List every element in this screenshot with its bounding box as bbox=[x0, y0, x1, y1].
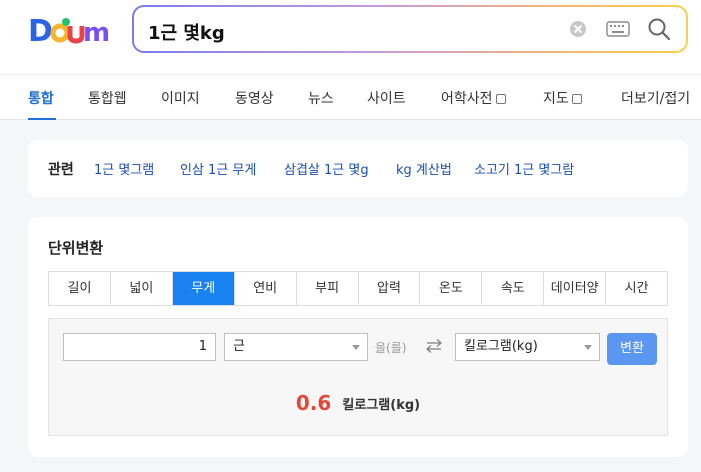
tab-map-label: 지도 bbox=[543, 91, 569, 107]
tab-images[interactable]: 이미지 bbox=[161, 88, 200, 108]
keyboard-icon[interactable] bbox=[606, 21, 630, 37]
unit-tab-area[interactable]: 넓이 bbox=[111, 272, 173, 305]
unit-tab-length[interactable]: 길이 bbox=[49, 272, 111, 305]
unit-tab-weight[interactable]: 무게 bbox=[172, 272, 235, 305]
tab-all[interactable]: 통합 bbox=[28, 88, 54, 108]
tab-map[interactable]: 지도 bbox=[543, 88, 582, 108]
from-unit-value: 근 bbox=[233, 339, 245, 354]
conversion-result: 0.6 킬로그램(kg) bbox=[49, 391, 667, 415]
unit-converter: 단위변환 길이 넓이 무게 연비 부피 압력 온도 속도 데이터양 시간 1 근… bbox=[28, 217, 688, 457]
related-link[interactable]: kg 계산법 bbox=[396, 159, 452, 178]
unit-category-tabs: 길이 넓이 무게 연비 부피 압력 온도 속도 데이터양 시간 bbox=[48, 271, 668, 306]
particle-label: 을(를) bbox=[375, 341, 407, 355]
chevron-down-icon bbox=[352, 345, 360, 350]
to-unit-select[interactable]: 킬로그램(kg) bbox=[455, 333, 600, 361]
converter-title: 단위변환 bbox=[48, 239, 104, 257]
to-unit-value: 킬로그램(kg) bbox=[464, 339, 538, 354]
unit-tab-data[interactable]: 데이터양 bbox=[544, 272, 607, 305]
related-label: 관련 bbox=[48, 162, 74, 178]
unit-tab-temperature[interactable]: 온도 bbox=[420, 272, 483, 305]
result-unit: 킬로그램(kg) bbox=[342, 398, 421, 413]
svg-text:m: m bbox=[83, 18, 110, 46]
unit-tab-volume[interactable]: 부피 bbox=[297, 272, 359, 305]
related-searches: 관련 1근 몇그램 인삼 1근 무게 삼겹살 1근 몇g kg 계산법 소고기 … bbox=[28, 140, 688, 197]
tab-more[interactable]: 더보기/접기 bbox=[621, 88, 690, 108]
unit-tab-pressure[interactable]: 압력 bbox=[359, 272, 421, 305]
search-icon[interactable] bbox=[646, 16, 672, 42]
external-window-icon bbox=[495, 94, 506, 104]
tab-dictionary-label: 어학사전 bbox=[441, 91, 493, 107]
result-value: 0.6 bbox=[295, 391, 332, 415]
search-input[interactable]: 1근 몇kg bbox=[148, 19, 225, 45]
from-unit-select[interactable]: 근 bbox=[224, 333, 368, 361]
chevron-down-icon bbox=[584, 345, 592, 350]
related-link[interactable]: 삼겹살 1근 몇g bbox=[284, 159, 369, 178]
converter-panel: 1 근 을(를) 킬로그램(kg) 변환 0.6 킬로그램(kg) bbox=[48, 318, 668, 436]
active-tab-indicator bbox=[28, 118, 56, 120]
tab-sites[interactable]: 사이트 bbox=[367, 88, 406, 108]
external-window-icon bbox=[571, 94, 582, 104]
related-link[interactable]: 소고기 1근 몇그람 bbox=[474, 159, 574, 178]
tab-videos[interactable]: 동영상 bbox=[235, 88, 274, 108]
swap-icon[interactable] bbox=[425, 338, 443, 354]
unit-tab-fuel[interactable]: 연비 bbox=[235, 272, 297, 305]
tab-news[interactable]: 뉴스 bbox=[308, 88, 334, 108]
unit-tab-time[interactable]: 시간 bbox=[606, 272, 667, 305]
related-link[interactable]: 1근 몇그램 bbox=[94, 159, 154, 178]
related-link[interactable]: 인삼 1근 무게 bbox=[180, 159, 256, 178]
daum-logo[interactable]: D m bbox=[28, 14, 114, 46]
tab-web[interactable]: 통합웹 bbox=[88, 88, 127, 108]
convert-button[interactable]: 변환 bbox=[607, 333, 657, 365]
svg-text:D: D bbox=[28, 14, 53, 46]
clear-icon[interactable] bbox=[570, 21, 586, 37]
header: D m 1근 몇kg bbox=[0, 0, 701, 74]
search-box[interactable]: 1근 몇kg bbox=[132, 5, 688, 53]
amount-input[interactable]: 1 bbox=[63, 333, 216, 361]
unit-tab-speed[interactable]: 속도 bbox=[482, 272, 545, 305]
tab-dictionary[interactable]: 어학사전 bbox=[441, 88, 506, 108]
search-input-wrapper[interactable]: 1근 몇kg bbox=[134, 7, 686, 51]
search-tabs: 통합 통합웹 이미지 동영상 뉴스 사이트 어학사전 지도 더보기/접기 bbox=[0, 74, 701, 120]
